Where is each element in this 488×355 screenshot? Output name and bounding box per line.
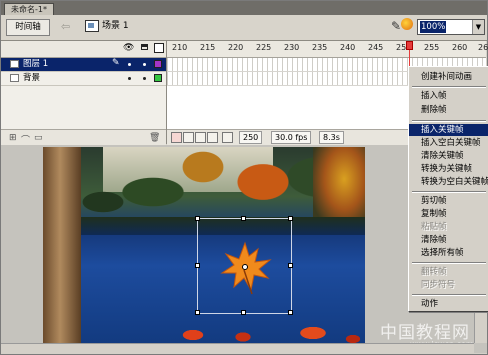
- transform-handle[interactable]: [288, 263, 293, 268]
- add-layer-icon[interactable]: ⊞: [9, 133, 17, 143]
- menu-item-reverse-frames: 翻转帧: [421, 267, 447, 277]
- scene-toolbar: 时间轴 ⇦ 场景 1 ✎ 100% ▼: [1, 15, 487, 41]
- scene-label[interactable]: 场景 1: [102, 20, 129, 32]
- layer-header: 👁: [1, 41, 166, 58]
- menu-separator: [412, 262, 486, 264]
- menu-item-insert-frame[interactable]: 插入帧: [409, 90, 488, 102]
- current-frame: 250: [239, 131, 263, 144]
- frame-rate: 30.0 fps: [271, 131, 312, 144]
- ruler-tick: 230: [284, 43, 300, 52]
- red-leaves: [163, 317, 363, 345]
- ruler-tick: 215: [200, 43, 216, 52]
- zoom-select[interactable]: 100% ▼: [417, 19, 485, 35]
- menu-item-clear-keyframe[interactable]: 清除关键帧: [409, 150, 488, 162]
- center-frame-icon[interactable]: [171, 132, 182, 143]
- visible-dot[interactable]: [128, 63, 131, 66]
- document-tab-bar: 未命名-1*: [1, 1, 487, 15]
- layer-panel: 👁 图层 1 ✎ 背景 ⊞ ⌒ ▭ 🗑: [1, 41, 167, 146]
- menu-item-actions[interactable]: 动作: [409, 298, 488, 310]
- menu-separator: [412, 120, 486, 122]
- ruler-tick: 225: [256, 43, 272, 52]
- horizontal-scrollbar[interactable]: [1, 343, 474, 354]
- transform-handle[interactable]: [288, 216, 293, 221]
- menu-item-insert-keyframe[interactable]: 插入关键帧: [409, 124, 488, 136]
- ruler-tick: 210: [172, 43, 188, 52]
- edit-multiple-icon[interactable]: [207, 132, 218, 143]
- menu-item-remove-frames[interactable]: 删除帧: [409, 104, 488, 116]
- zoom-value: 100%: [420, 21, 447, 33]
- menu-item-convert-to-keyframe[interactable]: 转换为关键帧: [409, 163, 488, 175]
- tree-trunk: [43, 147, 81, 345]
- foliage: [313, 147, 365, 227]
- menu-item-select-all-frames[interactable]: 选择所有帧: [409, 247, 488, 259]
- ruler-tick: 220: [228, 43, 244, 52]
- ruler-tick: 260: [452, 43, 468, 52]
- menu-item-synchronize-symbols: 同步符号: [421, 280, 456, 290]
- layer-name: 背景: [23, 73, 41, 83]
- frame-context-menu: 创建补间动画 插入帧 删除帧 插入关键帧 插入空白关键帧 清除关键帧 转换为关键…: [408, 66, 488, 312]
- transform-handle[interactable]: [241, 216, 246, 221]
- menu-separator: [412, 294, 486, 296]
- frame-ruler[interactable]: 210 215 220 225 230 235 240 245 250 255 …: [167, 41, 488, 58]
- transform-center-point[interactable]: [242, 264, 248, 270]
- menu-item-create-motion-tween[interactable]: 创建补间动画: [409, 71, 488, 83]
- ruler-tick: 265: [478, 43, 488, 52]
- ruler-tick: 245: [368, 43, 384, 52]
- eye-icon[interactable]: 👁: [123, 43, 134, 53]
- add-folder-icon[interactable]: ▭: [34, 133, 43, 143]
- onion-skin-icon[interactable]: [183, 132, 194, 143]
- transform-handle[interactable]: [195, 263, 200, 268]
- menu-item-copy-frames[interactable]: 复制帧: [409, 208, 488, 220]
- layer-color-swatch[interactable]: [154, 60, 162, 68]
- transform-handle[interactable]: [241, 310, 246, 315]
- playhead[interactable]: [406, 41, 413, 50]
- lock-icon[interactable]: [141, 44, 148, 50]
- back-arrow-icon[interactable]: ⇦: [61, 20, 70, 33]
- transform-handle[interactable]: [195, 310, 200, 315]
- menu-item-convert-to-blank-keyframe[interactable]: 转换为空白关键帧: [409, 176, 488, 188]
- document-tab[interactable]: 未命名-1*: [4, 3, 54, 15]
- menu-separator: [412, 86, 486, 88]
- layer-row[interactable]: 图层 1 ✎: [1, 58, 166, 72]
- menu-item-paste-frames: 粘贴帧: [421, 222, 447, 232]
- menu-item-clear-frames[interactable]: 清除帧: [409, 234, 488, 246]
- ruler-tick: 235: [312, 43, 328, 52]
- menu-separator: [412, 191, 486, 193]
- timeline-toggle-button[interactable]: 时间轴: [6, 19, 50, 36]
- edit-scene-icon[interactable]: [401, 18, 413, 30]
- onion-markers-icon[interactable]: [222, 132, 233, 143]
- onion-outline-icon[interactable]: [195, 132, 206, 143]
- edit-symbols-icon[interactable]: ✎: [391, 19, 401, 33]
- ruler-tick: 240: [340, 43, 356, 52]
- chevron-down-icon[interactable]: ▼: [472, 20, 484, 34]
- layer-icon: [10, 60, 19, 68]
- menu-item-cut-frames[interactable]: 剪切帧: [409, 195, 488, 207]
- layer-footer: ⊞ ⌒ ▭ 🗑: [1, 129, 166, 146]
- visible-dot[interactable]: [128, 77, 131, 80]
- layer-row[interactable]: 背景: [1, 72, 166, 86]
- outline-icon[interactable]: [154, 43, 164, 53]
- layer-name: 图层 1: [23, 59, 49, 69]
- layer-icon: [10, 74, 19, 82]
- pencil-icon: ✎: [112, 58, 120, 68]
- transform-handle[interactable]: [288, 310, 293, 315]
- transform-handle[interactable]: [195, 216, 200, 221]
- lock-dot[interactable]: [143, 63, 146, 66]
- trash-icon[interactable]: 🗑: [149, 133, 160, 143]
- scene-icon: [85, 20, 99, 32]
- layer-color-swatch[interactable]: [154, 74, 162, 82]
- menu-item-insert-blank-keyframe[interactable]: 插入空白关键帧: [409, 137, 488, 149]
- ruler-tick: 255: [424, 43, 440, 52]
- elapsed-time: 8.3s: [319, 131, 344, 144]
- lock-dot[interactable]: [143, 77, 146, 80]
